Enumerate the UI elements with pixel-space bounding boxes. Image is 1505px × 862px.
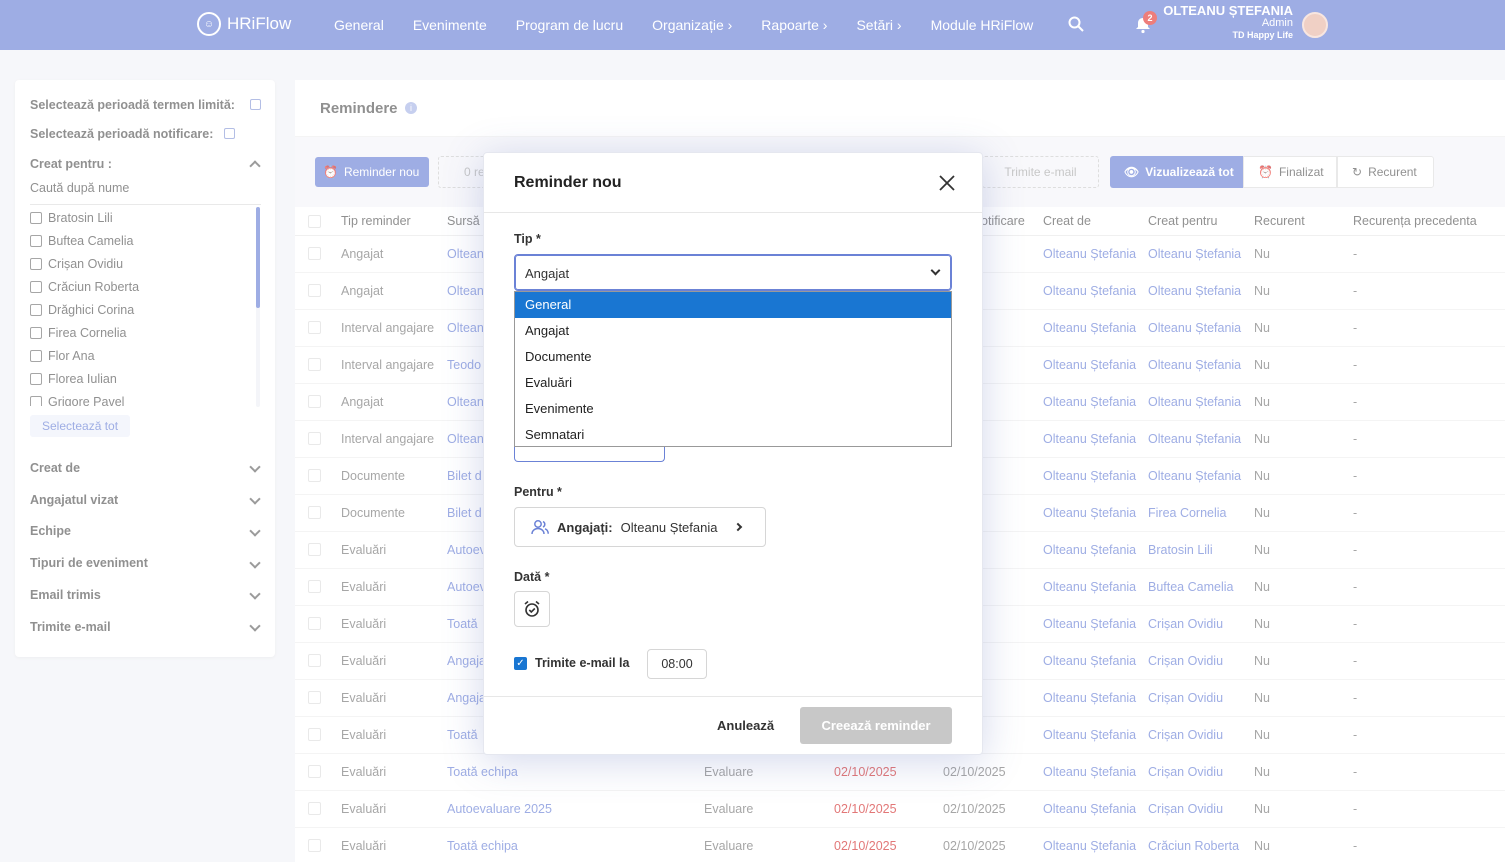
send-email-label: Trimite e-mail la: [535, 656, 630, 670]
modal-header: Reminder nou: [484, 153, 982, 213]
cancel-button[interactable]: Anulează: [717, 718, 774, 733]
for-value: Olteanu Ștefania: [620, 519, 718, 535]
type-option[interactable]: Evaluări: [515, 370, 951, 396]
create-reminder-button[interactable]: Creează reminder: [800, 707, 952, 744]
chevron-down-icon: [930, 265, 941, 276]
email-time-input[interactable]: 08:00: [647, 649, 707, 679]
new-reminder-modal: Reminder nou Tip * Angajat General Angaj…: [483, 152, 983, 755]
modal-title: Reminder nou: [514, 174, 622, 191]
type-option[interactable]: Semnatari: [515, 422, 951, 448]
for-key: Angajați:: [557, 519, 613, 535]
type-option[interactable]: General: [515, 292, 951, 318]
type-option[interactable]: Angajat: [515, 318, 951, 344]
close-icon[interactable]: [937, 173, 957, 193]
for-label: Pentru *: [514, 485, 562, 499]
alarm-clock-icon: [524, 600, 540, 617]
for-selector[interactable]: Angajați: Olteanu Ștefania: [514, 507, 766, 547]
users-icon: [531, 520, 549, 535]
type-option[interactable]: Evenimente: [515, 396, 951, 422]
modal-footer-divider: [484, 696, 982, 697]
type-dropdown: General Angajat Documente Evaluări Eveni…: [514, 291, 952, 447]
type-select-value: Angajat: [525, 266, 570, 281]
type-label: Tip *: [514, 232, 541, 246]
date-label: Dată *: [514, 570, 550, 584]
chevron-right-icon: [734, 522, 743, 532]
send-email-checkbox[interactable]: ✓: [514, 657, 527, 670]
type-option[interactable]: Documente: [515, 344, 951, 370]
date-picker-button[interactable]: [514, 591, 550, 627]
type-select[interactable]: Angajat: [514, 254, 952, 291]
